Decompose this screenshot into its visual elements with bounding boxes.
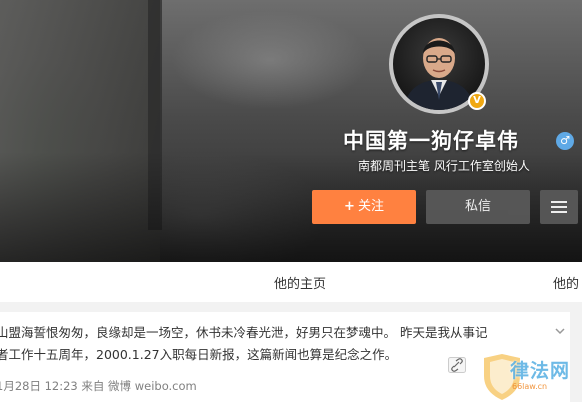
post-text-line: 者工作十五周年，2000.1.27入职每日新报，这篇新闻也算是纪念之作。 (0, 347, 398, 362)
follow-button-label: 关注 (357, 199, 384, 214)
menu-icon-bar (551, 206, 567, 208)
verified-badge-icon: V (468, 92, 486, 110)
chevron-down-icon[interactable] (555, 326, 565, 336)
watermark-text: 律法网 (510, 360, 571, 382)
profile-tab-bar: 他的主页 他的 (0, 262, 582, 303)
tab-next[interactable]: 他的 (553, 273, 579, 292)
message-button-label: 私信 (464, 199, 491, 214)
link-icon[interactable] (448, 357, 466, 373)
profile-bio: 南都周刊主笔 风行工作室创始人 (358, 159, 530, 173)
profile-name: 中国第一狗仔卓伟 (343, 129, 519, 153)
more-menu-button[interactable] (540, 190, 578, 224)
tab-home[interactable]: 他的主页 (274, 273, 326, 292)
follow-button[interactable]: + 关注 (312, 190, 416, 224)
menu-icon-bar (551, 211, 567, 213)
message-button[interactable]: 私信 (426, 190, 530, 224)
post-text-line: 山盟海誓恨匆匆，良缘却是一场空，休书未冷春光泄，好男只在梦魂中。 昨天是我从事记 (0, 325, 488, 340)
plus-icon: + (344, 199, 355, 214)
menu-icon-bar (551, 201, 567, 203)
male-gender-icon: ♂ (556, 132, 574, 150)
post-text: 山盟海誓恨匆匆，良缘却是一场空，休书未冷春光泄，好男只在梦魂中。 昨天是我从事记… (0, 322, 556, 366)
post-meta[interactable]: 1月28日 12:23 来自 微博 weibo.com (0, 378, 197, 394)
watermark-subtext: 66law.cn (512, 382, 548, 391)
